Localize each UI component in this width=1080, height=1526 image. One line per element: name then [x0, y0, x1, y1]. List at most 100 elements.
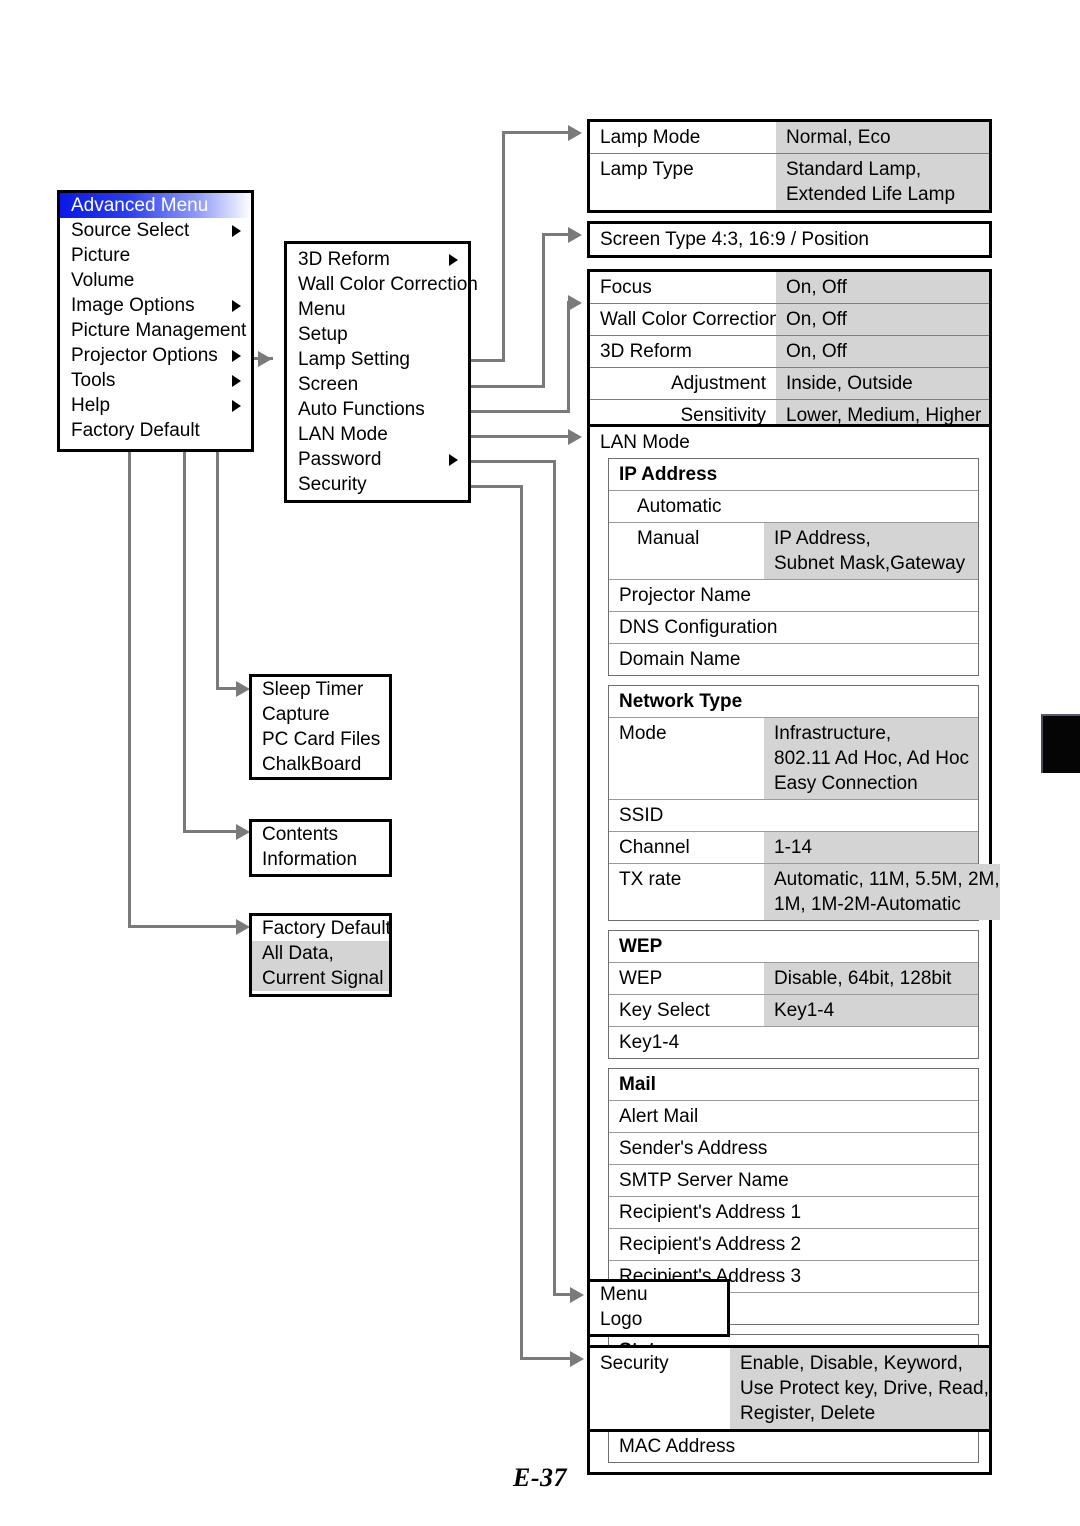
menu-item-picture[interactable]: Picture [60, 243, 251, 268]
table-row: Mode Infrastructure, 802.11 Ad Hoc, Ad H… [609, 718, 978, 800]
table-row: Key1-4 [609, 1027, 978, 1058]
list-item[interactable]: Contents [252, 822, 389, 847]
list-item[interactable]: Menu [590, 1282, 727, 1307]
submenu-arrow-icon [232, 224, 241, 237]
cell-label: TX rate [619, 869, 682, 890]
cell-label: Recipient's Address 1 [619, 1202, 802, 1223]
cell-value: Standard Lamp, Extended Life Lamp [776, 154, 989, 210]
arrowhead-help [236, 824, 250, 840]
arrowhead-password [570, 1287, 584, 1303]
cell-label: Lamp Type [600, 159, 694, 180]
list-item[interactable]: Sleep Timer [252, 677, 389, 702]
cell-value: Inside, Outside [776, 368, 989, 399]
cell-value-line: 1M, 1M-2M-Automatic [774, 894, 961, 915]
cell-value: Normal, Eco [776, 122, 989, 153]
list-item[interactable]: Information [252, 847, 389, 872]
cell-label: WEP [619, 968, 663, 989]
list-item[interactable]: Capture [252, 702, 389, 727]
submenu-item-auto-functions[interactable]: Auto Functions [287, 397, 468, 422]
lan-group-ip-address: IP Address Automatic Manual IP Address, … [608, 458, 979, 676]
menu-item-label: Tools [71, 370, 116, 391]
cell-label: Sender's Address [619, 1138, 768, 1159]
submenu-item-screen[interactable]: Screen [287, 372, 468, 397]
menu-tree-page: Advanced Menu Source Select Picture Volu… [0, 0, 1080, 1526]
menu-item-volume[interactable]: Volume [60, 268, 251, 293]
list-item: Current Signal [252, 966, 389, 991]
submenu-arrow-icon [232, 399, 241, 412]
list-item[interactable]: Factory Default [252, 916, 391, 941]
submenu-item-menu[interactable]: Menu [287, 297, 468, 322]
cell-label: Alert Mail [619, 1106, 699, 1127]
menu-item-help[interactable]: Help [60, 393, 251, 418]
submenu-item-label: Screen [298, 374, 359, 395]
connector-factory-h [128, 925, 241, 928]
cell-label: Domain Name [619, 649, 741, 670]
password-box[interactable]: Menu Logo [587, 1279, 730, 1337]
submenu-arrow-icon [449, 253, 458, 266]
submenu-item-password[interactable]: Password [287, 447, 468, 472]
menu-item-picture-management[interactable]: Picture Management [60, 318, 251, 343]
page-tab-marker [1041, 714, 1080, 773]
list-item[interactable]: ChalkBoard [252, 752, 389, 777]
menu-item-tools[interactable]: Tools [60, 368, 251, 393]
list-item[interactable]: Logo [590, 1307, 727, 1332]
menu-item-factory-default[interactable]: Factory Default [60, 418, 251, 443]
cell-value-line: Enable, Disable, Keyword, [740, 1353, 963, 1374]
tools-box[interactable]: Sleep Timer Capture PC Card Files ChalkB… [249, 674, 392, 780]
submenu-item-setup[interactable]: Setup [287, 322, 468, 347]
table-row: WEP [609, 931, 978, 963]
cell-label: SMTP Server Name [619, 1170, 789, 1191]
cell-value: Infrastructure, 802.11 Ad Hoc, Ad Hoc Ea… [764, 718, 978, 799]
advanced-menu-panel[interactable]: Advanced Menu Source Select Picture Volu… [57, 190, 254, 452]
help-box[interactable]: Contents Information [249, 819, 392, 877]
list-item[interactable]: PC Card Files [252, 727, 389, 752]
submenu-item-label: Setup [298, 324, 348, 345]
cell-value: On, Off [776, 272, 989, 303]
table-row: Projector Name [609, 580, 978, 612]
arrowhead-screen [568, 227, 582, 243]
submenu-item-wall-color-correction[interactable]: Wall Color Correction [287, 272, 478, 297]
cell-label: MAC Address [619, 1436, 736, 1457]
table-row: WEP Disable, 64bit, 128bit [609, 963, 978, 995]
menu-item-label: Picture Management [71, 320, 247, 341]
menu-item-source-select[interactable]: Source Select [60, 218, 251, 243]
connector-factory-v [128, 440, 131, 927]
arrowhead-security [570, 1351, 584, 1367]
table-row: Automatic [609, 491, 978, 523]
table-row: DNS Configuration [609, 612, 978, 644]
lamp-setting-table: Lamp Mode Normal, Eco Lamp Type Standard… [587, 119, 992, 213]
table-row: SSID [609, 800, 978, 832]
group-title: Network Type [619, 691, 743, 712]
table-row: MAC Address [609, 1431, 978, 1462]
connector-screen-h2 [542, 233, 570, 236]
cell-label: Key1-4 [619, 1032, 680, 1053]
table-row: Wall Color Correction On, Off [590, 304, 989, 336]
table-row: TX rate Automatic, 11M, 5.5M, 2M, 1M, 1M… [609, 864, 1000, 920]
cell-label: Wall Color Correction [600, 309, 780, 330]
cell-label: Projector Name [619, 585, 751, 606]
table-row: Network Type [609, 686, 978, 718]
factory-default-box[interactable]: Factory Default All Data, Current Signal [249, 913, 392, 997]
connector-help-h2 [183, 830, 241, 833]
cell-value: On, Off [776, 304, 989, 335]
connector-security-h2 [520, 1357, 573, 1360]
cell-value: IP Address, Subnet Mask,Gateway [764, 523, 978, 579]
menu-item-image-options[interactable]: Image Options [60, 293, 251, 318]
menu-item-label: Projector Options [71, 345, 218, 366]
lan-group-network-type: Network Type Mode Infrastructure, 802.11… [608, 685, 1000, 921]
submenu-item-lan-mode[interactable]: LAN Mode [287, 422, 468, 447]
screen-type-table: Screen Type 4:3, 16:9 / Position [587, 221, 992, 258]
table-row: Alert Mail [609, 1101, 978, 1133]
submenu-item-3d-reform[interactable]: 3D Reform [287, 247, 468, 272]
page-footer: E-37 [513, 1463, 567, 1492]
table-row: 3D Reform On, Off [590, 336, 989, 368]
table-row: Focus On, Off [590, 272, 989, 304]
cell-value-line: 802.11 Ad Hoc, Ad Hoc [774, 748, 970, 769]
projector-options-submenu-panel[interactable]: 3D Reform Wall Color Correction Menu Set… [284, 241, 478, 503]
cell-label: Key Select [619, 1000, 710, 1021]
menu-item-projector-options[interactable]: Projector Options [60, 343, 251, 368]
cell-label: Adjustment [670, 373, 766, 394]
submenu-item-lamp-setting[interactable]: Lamp Setting [287, 347, 468, 372]
cell-value-line: Automatic, 11M, 5.5M, 2M, [774, 869, 1000, 890]
submenu-item-security[interactable]: Security [287, 472, 468, 497]
